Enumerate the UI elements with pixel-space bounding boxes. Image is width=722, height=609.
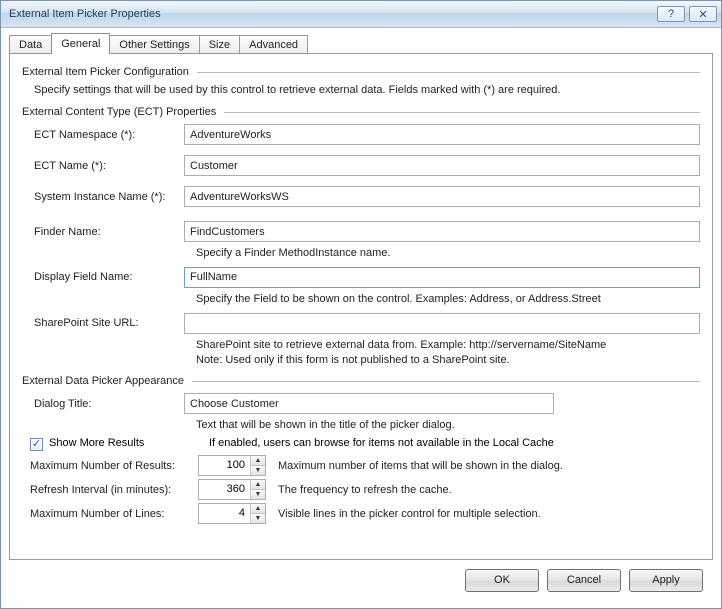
display-field-hint: Specify the Field to be shown on the con… — [196, 292, 700, 307]
finder-name-hint: Specify a Finder MethodInstance name. — [196, 246, 700, 261]
row-ect-name: ECT Name (*): — [22, 155, 700, 176]
row-finder-name: Finder Name: — [22, 221, 700, 242]
ect-name-input[interactable] — [184, 155, 700, 176]
row-max-lines: Maximum Number of Lines: 4 ▲▼ Visible li… — [22, 503, 700, 524]
help-button[interactable]: ? — [657, 6, 685, 22]
tab-size[interactable]: Size — [199, 35, 240, 54]
content-area: Data General Other Settings Size Advance… — [1, 28, 721, 608]
section-appearance: External Data Picker Appearance — [22, 375, 700, 387]
dialog-title-hint: Text that will be shown in the title of … — [196, 418, 700, 433]
row-site-url: SharePoint Site URL: — [22, 313, 700, 334]
spin-down-icon[interactable]: ▼ — [251, 466, 265, 475]
row-refresh-interval: Refresh Interval (in minutes): 360 ▲▼ Th… — [22, 479, 700, 500]
cancel-button[interactable]: Cancel — [547, 569, 621, 592]
tab-strip: Data General Other Settings Size Advance… — [9, 34, 713, 54]
ect-namespace-label: ECT Namespace (*): — [22, 129, 184, 141]
section-title: External Data Picker Appearance — [22, 375, 184, 387]
refresh-interval-value[interactable]: 360 — [199, 480, 250, 499]
close-icon: ✕ — [698, 8, 707, 21]
system-instance-input[interactable] — [184, 186, 700, 207]
finder-name-input[interactable] — [184, 221, 700, 242]
show-more-hint: If enabled, users can browse for items n… — [209, 437, 554, 449]
titlebar-buttons: ? ✕ — [657, 6, 717, 22]
site-url-hint: SharePoint site to retrieve external dat… — [196, 338, 700, 368]
row-system-instance: System Instance Name (*): — [22, 186, 700, 207]
site-url-input[interactable] — [184, 313, 700, 334]
display-field-label: Display Field Name: — [22, 271, 184, 283]
max-results-value[interactable]: 100 — [199, 456, 250, 475]
spin-down-icon[interactable]: ▼ — [251, 514, 265, 523]
apply-button[interactable]: Apply — [629, 569, 703, 592]
section-divider — [197, 72, 700, 73]
max-results-spinner[interactable]: 100 ▲▼ — [198, 455, 266, 476]
site-url-label: SharePoint Site URL: — [22, 317, 184, 329]
tab-advanced[interactable]: Advanced — [239, 35, 308, 54]
spin-up-icon[interactable]: ▲ — [251, 456, 265, 466]
section-ect-properties: External Content Type (ECT) Properties — [22, 106, 700, 118]
max-lines-spinner[interactable]: 4 ▲▼ — [198, 503, 266, 524]
refresh-interval-spinner[interactable]: 360 ▲▼ — [198, 479, 266, 500]
tab-general[interactable]: General — [51, 33, 110, 54]
configuration-description: Specify settings that will be used by th… — [34, 84, 700, 96]
window-title: External Item Picker Properties — [9, 8, 657, 20]
row-show-more: ✓ Show More Results If enabled, users ca… — [30, 437, 700, 451]
section-title: External Content Type (ECT) Properties — [22, 106, 216, 118]
tab-other-settings[interactable]: Other Settings — [109, 35, 199, 54]
finder-name-label: Finder Name: — [22, 226, 184, 238]
titlebar: External Item Picker Properties ? ✕ — [1, 1, 721, 28]
display-field-input[interactable] — [184, 267, 700, 288]
system-instance-label: System Instance Name (*): — [22, 191, 184, 203]
max-results-hint: Maximum number of items that will be sho… — [278, 460, 563, 472]
refresh-interval-label: Refresh Interval (in minutes): — [22, 484, 198, 496]
tab-panel-general: External Item Picker Configuration Speci… — [9, 53, 713, 560]
section-title: External Item Picker Configuration — [22, 66, 189, 78]
ect-name-label: ECT Name (*): — [22, 160, 184, 172]
close-button[interactable]: ✕ — [689, 6, 717, 22]
spin-up-icon[interactable]: ▲ — [251, 504, 265, 514]
section-divider — [192, 381, 700, 382]
ect-namespace-input[interactable] — [184, 124, 700, 145]
tab-data[interactable]: Data — [9, 35, 52, 54]
show-more-checkbox[interactable]: ✓ — [30, 438, 43, 451]
checkmark-icon: ✓ — [32, 439, 41, 450]
dialog-title-label: Dialog Title: — [22, 398, 184, 410]
spin-up-icon[interactable]: ▲ — [251, 480, 265, 490]
dialog-window: External Item Picker Properties ? ✕ Data… — [0, 0, 722, 609]
max-results-label: Maximum Number of Results: — [22, 460, 198, 472]
row-dialog-title: Dialog Title: — [22, 393, 700, 414]
max-lines-hint: Visible lines in the picker control for … — [278, 508, 541, 520]
row-max-results: Maximum Number of Results: 100 ▲▼ Maximu… — [22, 455, 700, 476]
section-configuration: External Item Picker Configuration — [22, 66, 700, 78]
max-lines-label: Maximum Number of Lines: — [22, 508, 198, 520]
dialog-title-input[interactable] — [184, 393, 554, 414]
ok-button[interactable]: OK — [465, 569, 539, 592]
show-more-label: Show More Results — [49, 437, 197, 449]
refresh-interval-hint: The frequency to refresh the cache. — [278, 484, 452, 496]
row-ect-namespace: ECT Namespace (*): — [22, 124, 700, 145]
row-display-field: Display Field Name: — [22, 267, 700, 288]
button-bar: OK Cancel Apply — [9, 560, 713, 600]
max-lines-value[interactable]: 4 — [199, 504, 250, 523]
section-divider — [224, 112, 700, 113]
help-icon: ? — [668, 8, 674, 20]
spin-down-icon[interactable]: ▼ — [251, 490, 265, 499]
